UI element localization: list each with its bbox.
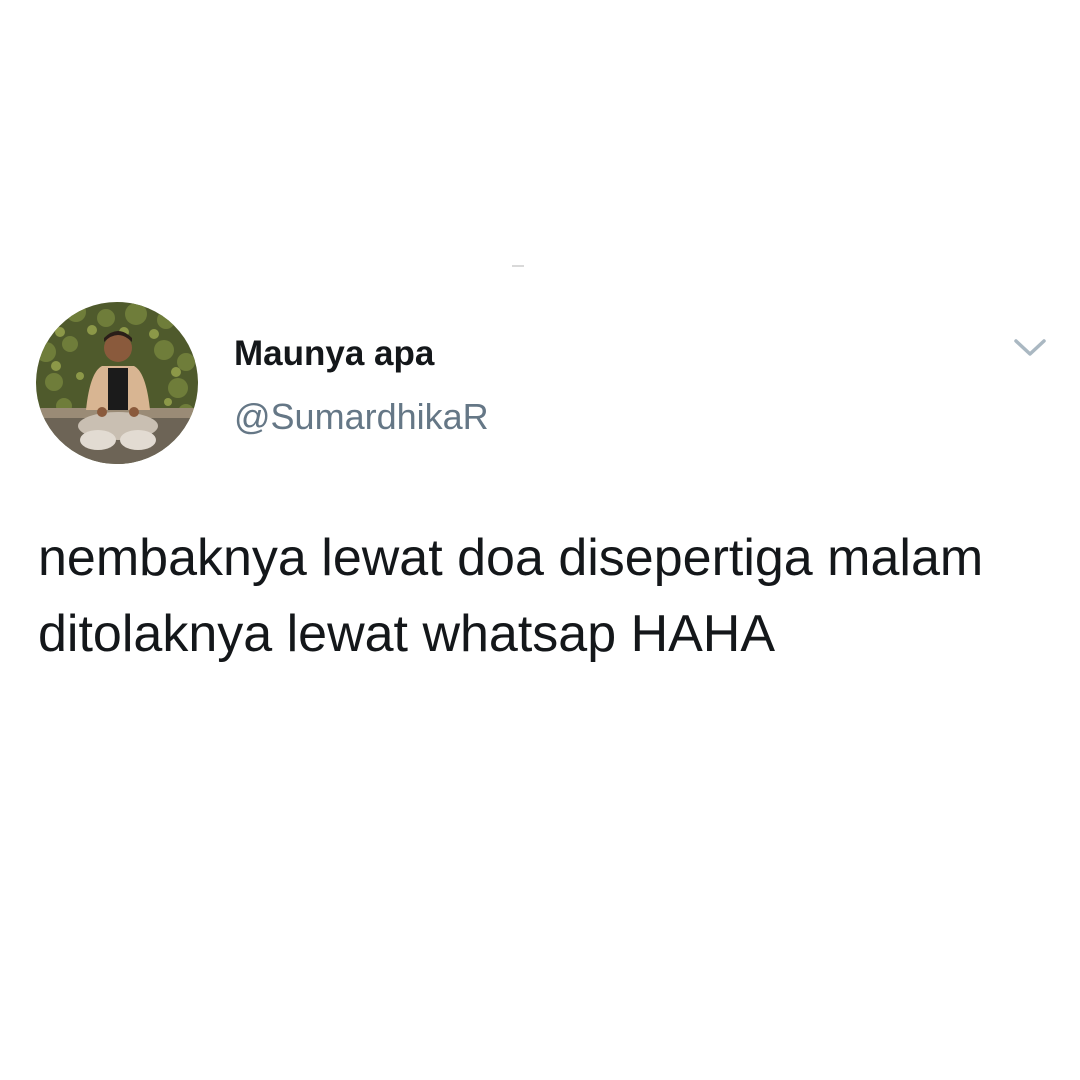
avatar[interactable]: [36, 302, 198, 464]
tweet-screenshot: Maunya apa @SumardhikaR nembaknya lewat …: [0, 0, 1080, 1080]
divider-mark: [512, 265, 524, 267]
display-name[interactable]: Maunya apa: [234, 334, 434, 374]
avatar-photo: [36, 302, 198, 464]
tweet-text: nembaknya lewat doa disepertiga malam di…: [38, 529, 984, 663]
tweet-menu-button[interactable]: [1012, 334, 1048, 360]
chevron-down-icon: [1014, 339, 1046, 356]
user-handle[interactable]: @SumardhikaR: [234, 396, 489, 438]
